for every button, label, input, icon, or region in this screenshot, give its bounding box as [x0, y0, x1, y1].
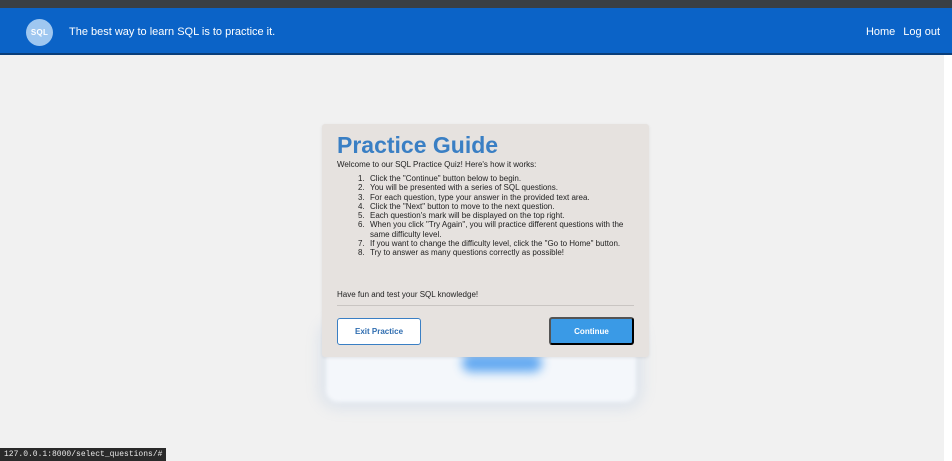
status-bar-url: 127.0.0.1:8000/select_questions/#	[0, 448, 167, 461]
guide-outro: Have fun and test your SQL knowledge!	[337, 290, 479, 299]
guide-step: 5. Each question's mark will be displayed…	[358, 211, 565, 221]
guide-step: 1. Click the "Continue" button below to b…	[358, 174, 522, 183]
continue-button[interactable]: Continue	[549, 317, 634, 345]
guide-step: 3. For each question, type your answer in…	[358, 192, 590, 202]
window-top-bar	[0, 0, 952, 8]
modal-divider	[337, 305, 634, 306]
top-navbar: SQL The best way to learn SQL is to prac…	[0, 8, 952, 55]
guide-step: 4. Click the "Next" button to move to the…	[358, 201, 555, 211]
guide-step: 7. If you want to change the difficulty l…	[358, 239, 621, 249]
nav-links: Home Log out	[866, 26, 940, 38]
guide-steps-list: 1. Click the "Continue" button below to b…	[358, 174, 641, 258]
nav-home-link[interactable]: Home	[866, 26, 895, 38]
guide-step: 8. Try to answer as many questions correc…	[358, 248, 565, 258]
modal-title: Practice Guide	[337, 132, 499, 158]
practice-guide-modal: Practice Guide Welcome to our SQL Practi…	[322, 124, 649, 357]
nav-logout-link[interactable]: Log out	[903, 26, 940, 38]
guide-step: 6. When you click "Try Again", you will p…	[358, 220, 624, 239]
exit-practice-button[interactable]: Exit Practice	[337, 318, 421, 345]
guide-intro: Welcome to our SQL Practice Quiz! Here's…	[337, 160, 537, 169]
sql-logo-icon[interactable]: SQL	[26, 19, 53, 46]
site-tagline: The best way to learn SQL is to practice…	[69, 26, 276, 38]
guide-step: 2. You will be presented with a series of…	[358, 183, 558, 193]
window-edge	[944, 8, 952, 461]
